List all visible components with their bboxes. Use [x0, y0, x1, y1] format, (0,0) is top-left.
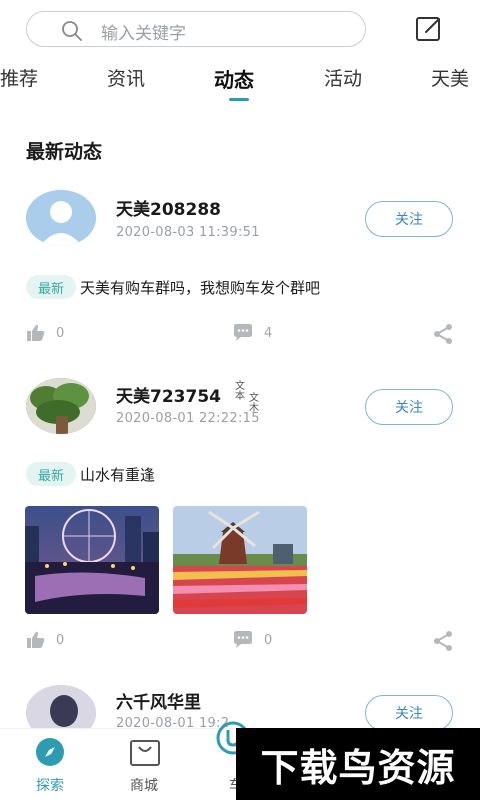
comment-action[interactable]: 4: [232, 323, 272, 343]
compass-icon: [36, 738, 64, 766]
active-tab-indicator: [229, 98, 249, 101]
nav-mall[interactable]: 商城: [114, 729, 174, 800]
comment-icon: [234, 631, 252, 648]
post-time: 2020-08-01 22:22:15: [116, 411, 260, 426]
share-icon[interactable]: [432, 323, 454, 345]
like-count: 0: [56, 632, 65, 648]
search-icon: [62, 21, 82, 41]
comment-count: 4: [264, 325, 273, 341]
edit-icon[interactable]: [414, 14, 444, 44]
comment-count: 0: [264, 632, 273, 648]
like-count: 0: [56, 325, 65, 341]
overlay-caption: 文 本: [235, 381, 245, 402]
shopping-bag-icon: [130, 740, 160, 766]
post-photo-windmill-tulips[interactable]: [173, 506, 307, 614]
username[interactable]: 天美723754: [116, 382, 221, 407]
plant-photo-avatar: [26, 378, 96, 434]
username[interactable]: 天美208288: [116, 195, 221, 220]
tab-tianmei[interactable]: 天美: [431, 64, 469, 91]
new-badge: 最新: [26, 275, 76, 299]
follow-button[interactable]: 关注: [365, 695, 453, 731]
comment-icon: [234, 324, 252, 341]
nav-explore[interactable]: 探索: [20, 729, 80, 800]
tab-moments[interactable]: 动态: [214, 64, 254, 93]
username[interactable]: 六千风华里: [116, 688, 201, 713]
top-bar: 输入关键字: [0, 0, 480, 56]
share-icon[interactable]: [432, 630, 454, 652]
follow-button[interactable]: 关注: [365, 389, 453, 425]
thumbs-up-icon: [27, 631, 45, 648]
default-avatar-icon: [26, 190, 96, 246]
thumbs-up-icon: [27, 324, 45, 341]
nav-label: 商城: [130, 778, 158, 794]
watermark-banner: 下载鸟资源: [236, 728, 480, 800]
like-action[interactable]: 0: [26, 323, 64, 343]
search-placeholder: 输入关键字: [101, 24, 186, 44]
comment-action[interactable]: 0: [232, 630, 272, 650]
post-text[interactable]: 天美有购车群吗，我想购车发个群吧: [80, 277, 320, 298]
follow-button[interactable]: 关注: [365, 201, 453, 237]
post-text[interactable]: 山水有重逢: [80, 464, 155, 485]
post-time: 2020-08-03 11:39:51: [116, 225, 260, 240]
nav-label: 探索: [36, 778, 64, 794]
search-input[interactable]: 输入关键字: [26, 11, 366, 47]
new-badge: 最新: [26, 462, 76, 486]
tab-news[interactable]: 资讯: [107, 64, 145, 91]
post-photo-city-night[interactable]: [25, 506, 159, 614]
tab-events[interactable]: 活动: [324, 64, 362, 91]
section-title: 最新动态: [26, 141, 103, 163]
avatar[interactable]: [26, 378, 96, 434]
like-action[interactable]: 0: [26, 630, 64, 650]
tab-recommend[interactable]: 推荐: [0, 64, 38, 91]
avatar[interactable]: [26, 190, 96, 246]
